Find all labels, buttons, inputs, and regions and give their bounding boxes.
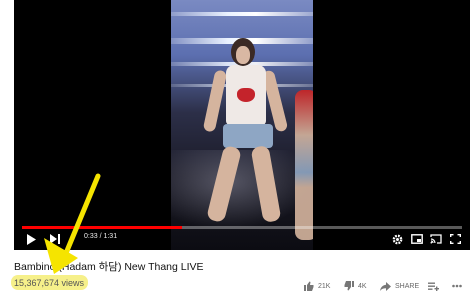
miniplayer-button[interactable] xyxy=(410,231,424,247)
settings-icon xyxy=(392,234,402,244)
settings-button[interactable] xyxy=(390,231,404,247)
share-label: SHARE xyxy=(395,282,420,290)
play-button[interactable] xyxy=(24,231,38,247)
thumbs-up-icon xyxy=(304,281,314,291)
video-frame xyxy=(171,0,313,250)
annotation-arrow xyxy=(44,173,101,274)
fullscreen-icon xyxy=(449,234,461,244)
dislike-button[interactable]: 4K xyxy=(344,279,367,293)
play-icon xyxy=(27,233,36,245)
like-button[interactable]: 21K xyxy=(304,279,330,293)
more-button[interactable] xyxy=(452,279,462,293)
cast-icon xyxy=(430,234,442,244)
share-icon xyxy=(380,281,391,291)
share-button[interactable]: SHARE xyxy=(380,279,419,293)
dislike-count: 4K xyxy=(358,282,367,290)
thumbs-down-icon xyxy=(344,281,354,291)
like-count: 21K xyxy=(318,282,331,290)
save-button[interactable] xyxy=(428,279,439,293)
more-icon xyxy=(452,284,462,288)
cast-button[interactable] xyxy=(429,231,443,247)
save-icon xyxy=(428,282,439,291)
miniplayer-icon xyxy=(411,234,423,244)
fullscreen-button[interactable] xyxy=(448,231,462,247)
